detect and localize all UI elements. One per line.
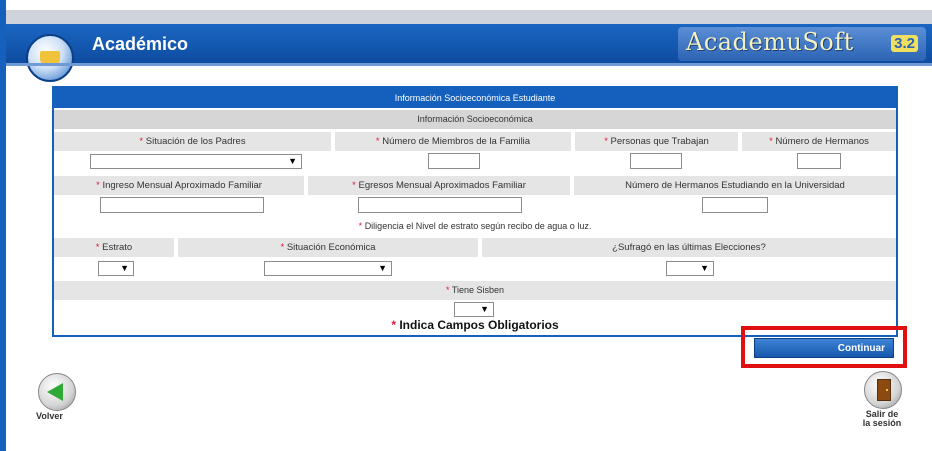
label-sufrago: ¿Sufragó en las últimas Elecciones? bbox=[482, 238, 896, 257]
left-edge-bar bbox=[0, 0, 6, 451]
socioeconomic-form: Información Socioeconómica Estudiante In… bbox=[52, 86, 898, 337]
egresos-mensual-input[interactable] bbox=[358, 197, 522, 213]
label-miembros-familia: * Número de Miembros de la Familia bbox=[335, 132, 571, 151]
label-ingreso-mensual: * Ingreso Mensual Aproximado Familiar bbox=[54, 176, 304, 195]
label-personas-trabajan: * Personas que Trabajan bbox=[575, 132, 738, 151]
label-egresos-mensual: * Egresos Mensual Aproximados Familiar bbox=[308, 176, 570, 195]
miembros-familia-input[interactable] bbox=[428, 153, 480, 169]
tiene-sisben-select[interactable]: ▼ bbox=[454, 302, 494, 317]
hermanos-universidad-input[interactable] bbox=[702, 197, 768, 213]
estrato-note: * Diligencia el Nivel de estrato según r… bbox=[358, 221, 592, 231]
personas-trabajan-input[interactable] bbox=[630, 153, 682, 169]
brand-name: AcademuSoft bbox=[686, 28, 854, 56]
sufrago-select[interactable]: ▼ bbox=[666, 261, 714, 276]
situacion-economica-select[interactable]: ▼ bbox=[264, 261, 392, 276]
label-tiene-sisben: * Tiene Sisben bbox=[54, 281, 896, 300]
app-header: Académico AcademuSoft 3.2 bbox=[6, 24, 932, 82]
page-title: Académico bbox=[92, 34, 189, 54]
continue-button[interactable]: Continuar bbox=[754, 338, 894, 358]
door-icon bbox=[877, 379, 891, 401]
logout-label[interactable]: Salir de la sesión bbox=[832, 410, 932, 428]
form-section-header: Información Socioeconómica bbox=[54, 110, 896, 129]
back-button[interactable] bbox=[38, 373, 76, 411]
back-label[interactable]: Volver bbox=[36, 411, 63, 421]
logout-button[interactable] bbox=[864, 371, 902, 409]
label-estrato: * Estrato bbox=[54, 238, 174, 257]
estrato-select[interactable]: ▼ bbox=[98, 261, 134, 276]
back-arrow-icon bbox=[47, 383, 63, 401]
top-gray-band bbox=[6, 10, 932, 24]
top-strip bbox=[6, 0, 932, 10]
label-numero-hermanos: * Número de Hermanos bbox=[742, 132, 896, 151]
academic-logo-icon bbox=[26, 34, 74, 82]
situacion-padres-select[interactable]: ▼ bbox=[90, 154, 302, 169]
label-situacion-padres: * Situación de los Padres bbox=[54, 132, 331, 151]
numero-hermanos-input[interactable] bbox=[797, 153, 841, 169]
label-hermanos-universidad: Número de Hermanos Estudiando en la Univ… bbox=[574, 176, 896, 195]
label-situacion-economica: * Situación Económica bbox=[178, 238, 478, 257]
form-title: Información Socioeconómica Estudiante bbox=[54, 88, 896, 108]
brand-version: 3.2 bbox=[891, 35, 918, 52]
brand-logo: AcademuSoft 3.2 bbox=[678, 27, 926, 61]
ingreso-mensual-input[interactable] bbox=[100, 197, 264, 213]
